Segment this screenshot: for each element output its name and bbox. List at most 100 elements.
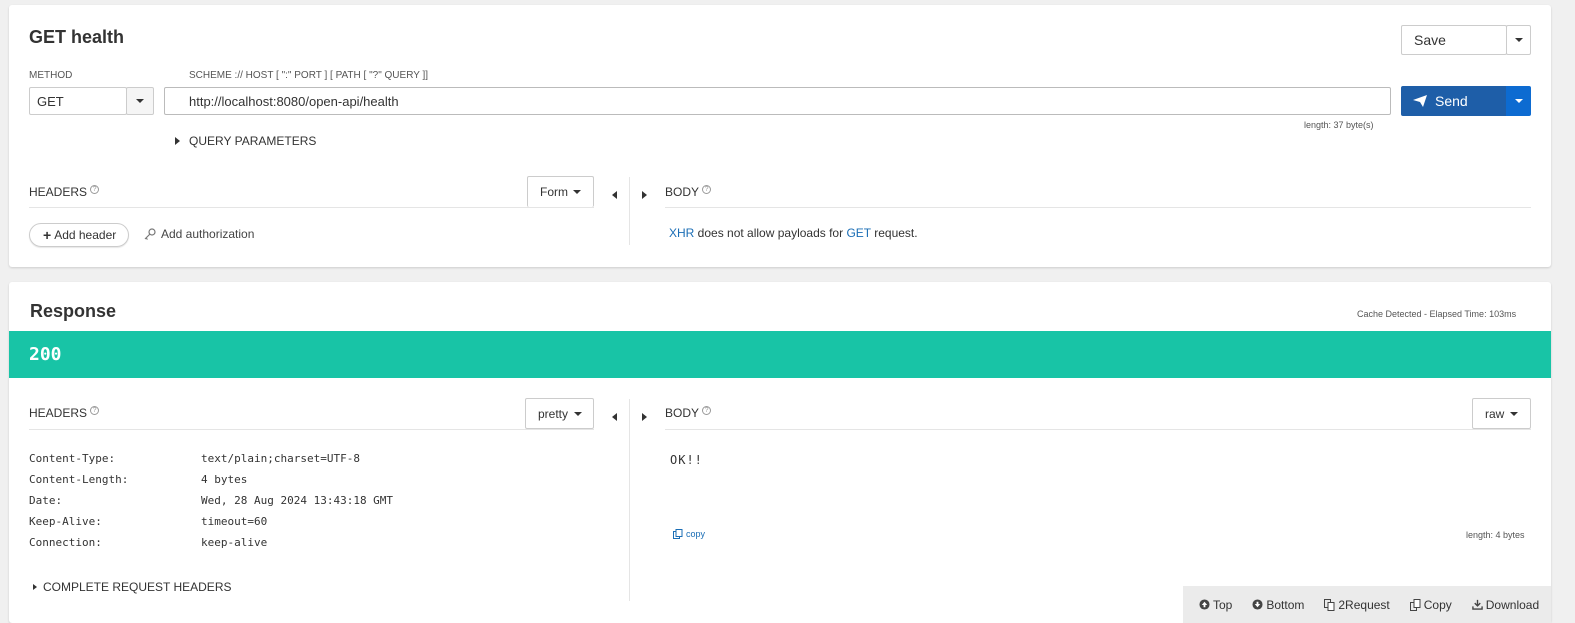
response-toolbar: Top Bottom 2Request Copy Download [1183,586,1551,623]
header-row: Connection: keep-alive [29,532,393,553]
arrow-down-circle-icon [1252,599,1263,610]
help-icon: ? [90,185,100,194]
body-length: length: 4 bytes [1466,530,1525,540]
send-button-label: Send [1435,93,1468,109]
response-body-divider [665,429,1531,430]
xhr-link[interactable]: XHR [669,226,694,240]
request-panel: GET health Save METHOD SCHEME :// HOST [… [9,5,1551,267]
help-icon: ? [702,406,712,415]
complete-request-headers-toggle[interactable]: COMPLETE REQUEST HEADERS [33,580,231,594]
response-headers-label: HEADERS [29,406,88,420]
key-icon [144,228,156,240]
response-panel: Response Cache Detected - Elapsed Time: … [9,282,1551,623]
add-header-label: Add header [54,228,117,242]
header-value: keep-alive [201,536,268,549]
chevron-right-icon [33,584,37,590]
request-headers-label: HEADERS [29,185,88,199]
chevron-down-icon [136,99,144,103]
response-body-text: OK!! [670,453,703,467]
send-button[interactable]: Send [1401,86,1507,116]
header-name: Content-Type: [29,452,116,465]
scroll-top-button[interactable]: Top [1199,598,1232,612]
header-row: Content-Length: 4 bytes [29,469,393,490]
header-row: Date: Wed, 28 Aug 2024 13:43:18 GMT [29,490,393,511]
header-name: Content-Length: [29,473,129,486]
paper-plane-icon [1413,95,1427,107]
save-button[interactable]: Save [1401,25,1507,55]
chevron-left-icon [612,191,617,199]
add-header-button[interactable]: + Add header [29,223,129,247]
form-label: Form [540,185,568,199]
response-body-heading: BODY? [665,406,712,420]
arrow-up-circle-icon [1199,599,1210,610]
download-button[interactable]: Download [1471,598,1539,612]
download-icon [1471,599,1483,610]
to-request-button[interactable]: 2Request [1324,597,1390,612]
chevron-down-icon [1514,38,1523,42]
copy-response-button[interactable]: Copy [1409,597,1452,612]
cache-elapsed-info: Cache Detected - Elapsed Time: 103ms [1357,309,1517,319]
request-body-label: BODY [665,185,700,199]
status-bar: 200 [9,331,1551,378]
chevron-right-icon [642,413,647,421]
headers-form-dropdown[interactable]: Form [527,176,594,207]
chevron-down-icon [574,411,583,416]
add-authorization-button[interactable]: Add authorization [144,227,254,241]
copy-label: Copy [1423,597,1452,612]
chevron-down-icon [1510,411,1519,416]
panel-splitter [629,177,630,245]
header-value: text/plain;charset=UTF-8 [201,452,360,465]
chevron-down-icon [1514,99,1523,103]
url-input[interactable]: http://localhost:8080/open-api/health [164,87,1391,115]
headers-divider [29,207,594,208]
header-name: Keep-Alive: [29,515,102,528]
body-raw-dropdown[interactable]: raw [1472,398,1531,429]
collapse-left-button[interactable] [612,409,617,424]
header-row: Content-Type: text/plain;charset=UTF-8 [29,448,393,469]
collapse-left-button[interactable] [612,187,617,202]
body-message-mid: does not allow payloads for [694,226,847,240]
header-value: timeout=60 [201,515,268,528]
document-copy-icon [1324,598,1335,611]
response-headers-heading: HEADERS? [29,406,100,420]
pretty-label: pretty [538,406,569,421]
method-select[interactable]: GET [29,87,127,115]
query-parameters-toggle[interactable]: QUERY PARAMETERS [175,134,316,148]
header-name: Connection: [29,536,102,549]
copy-icon [673,529,683,539]
response-headers-list: Content-Type: text/plain;charset=UTF-8 Co… [29,448,393,553]
chevron-down-icon [573,190,581,194]
response-body-label: BODY [665,406,700,420]
response-title: Response [30,301,117,321]
save-dropdown-toggle[interactable] [1506,25,1531,55]
response-headers-divider [29,429,594,430]
help-icon: ? [702,185,712,194]
raw-label: raw [1485,406,1505,421]
header-row: Keep-Alive: timeout=60 [29,511,393,532]
chevron-right-icon [642,191,647,199]
collapse-right-button[interactable] [642,187,647,202]
url-length: length: 37 byte(s) [1304,120,1374,130]
method-label: METHOD [29,70,73,81]
copy-body-button[interactable]: copy [673,529,705,539]
headers-pretty-dropdown[interactable]: pretty [525,398,594,429]
collapse-right-button[interactable] [642,409,647,424]
method-dropdown-toggle[interactable] [126,87,154,115]
send-dropdown-toggle[interactable] [1506,86,1531,116]
plus-icon: + [43,227,52,243]
status-code: 200 [29,344,62,365]
body-message-end: request. [870,226,918,240]
to-request-label: 2Request [1338,597,1390,612]
get-link[interactable]: GET [846,226,870,240]
method-value: GET [37,93,64,109]
scroll-bottom-button[interactable]: Bottom [1252,598,1304,612]
complete-request-headers-label: COMPLETE REQUEST HEADERS [43,580,232,594]
chevron-left-icon [612,413,617,421]
url-format-label: SCHEME :// HOST [ ":" PORT ] [ PATH [ "?… [189,70,429,81]
url-value: http://localhost:8080/open-api/health [189,93,399,109]
bottom-label: Bottom [1266,597,1305,612]
body-not-allowed-message: XHR does not allow payloads for GET requ… [669,226,918,240]
request-headers-heading: HEADERS? [29,185,100,199]
add-authorization-label: Add authorization [161,227,255,241]
request-title: GET health [29,27,125,47]
